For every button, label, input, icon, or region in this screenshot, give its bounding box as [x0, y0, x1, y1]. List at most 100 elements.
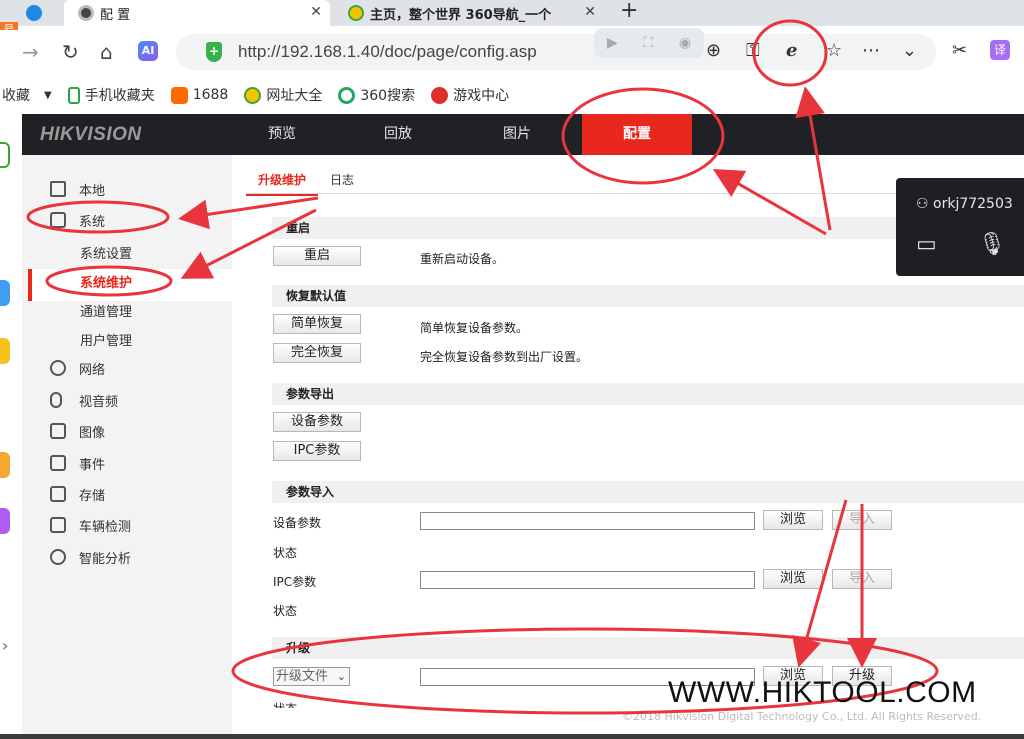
- import-device-file-field[interactable]: [420, 512, 755, 530]
- reboot-description: 重新启动设备。: [420, 252, 505, 266]
- menu-user-management[interactable]: 用户管理: [80, 330, 132, 349]
- sidebar-app-icon[interactable]: [0, 508, 10, 534]
- simple-restore-description: 简单恢复设备参数。: [420, 321, 529, 335]
- bookmark-360search[interactable]: 360搜索: [338, 85, 415, 105]
- reload-icon[interactable]: ↻: [62, 40, 79, 64]
- address-bar: → ↻ ⌂ AI + http://192.168.1.40/doc/page/…: [0, 28, 1024, 74]
- menu-image[interactable]: 图像: [50, 421, 105, 441]
- bookmarks-bar: 收藏 ▼ 手机收藏夹 1688 网址大全 360搜索 游戏中心: [0, 80, 1024, 110]
- section-export-title: 参数导出: [272, 383, 1024, 405]
- config-menu: 本地 系统 系统设置 系统维护 通道管理 用户管理 网络 视音频 图像 事件 存…: [22, 155, 232, 739]
- sidebar-app-icon[interactable]: [0, 452, 10, 478]
- import-ipc-file-field[interactable]: [420, 571, 755, 589]
- nav-picture[interactable]: 图片: [477, 114, 557, 155]
- import-device-browse-button[interactable]: 浏览: [763, 510, 823, 530]
- more-icon[interactable]: ⋯: [862, 40, 880, 61]
- send-icon[interactable]: ▶: [607, 35, 618, 51]
- browser-tab-config[interactable]: 配 置 ✕: [64, 0, 330, 26]
- nav-configuration[interactable]: 配置: [582, 114, 692, 155]
- microphone-icon[interactable]: 🎙: [978, 232, 1006, 257]
- menu-channel-management[interactable]: 通道管理: [80, 301, 132, 320]
- browser-sidebar: ›: [0, 112, 18, 739]
- watermark-text: WWW.HIKTOOL.COM: [668, 676, 977, 709]
- chevron-right-icon[interactable]: ›: [2, 636, 8, 655]
- nav-preview[interactable]: 预览: [242, 114, 322, 155]
- import-device-button[interactable]: 导入: [832, 510, 892, 530]
- nav-playback[interactable]: 回放: [358, 114, 438, 155]
- game-icon: [431, 86, 449, 104]
- shield-icon: +: [206, 42, 222, 62]
- menu-system[interactable]: 系统: [50, 210, 105, 230]
- sidebar-app-icon[interactable]: [0, 398, 10, 424]
- reboot-button[interactable]: 重启: [273, 246, 361, 266]
- url-text[interactable]: http://192.168.1.40/doc/page/config.asp: [238, 42, 537, 62]
- fullscreen-icon[interactable]: ⛶: [643, 35, 653, 51]
- bookmark-mobile[interactable]: 手机收藏夹: [67, 85, 155, 105]
- menu-label: 图像: [79, 425, 106, 441]
- home-icon[interactable]: ⌂: [100, 40, 113, 64]
- menu-label: 系统: [79, 214, 106, 230]
- menu-label: 车辆检测: [79, 519, 132, 535]
- back-icon[interactable]: →: [22, 40, 39, 64]
- translate-icon[interactable]: 译: [990, 40, 1010, 60]
- bookmark-games[interactable]: 游戏中心: [431, 85, 509, 105]
- bookmark-label: 游戏中心: [453, 88, 510, 104]
- bookmark-label: 手机收藏夹: [84, 88, 155, 104]
- key-icon[interactable]: ⚿: [746, 40, 760, 61]
- scissors-icon[interactable]: ✂: [952, 40, 967, 61]
- ie-compat-icon[interactable]: e: [786, 40, 797, 61]
- import-ipc-browse-button[interactable]: 浏览: [763, 569, 823, 589]
- menu-network[interactable]: 网络: [50, 358, 105, 378]
- bookmark-urls[interactable]: 网址大全: [244, 85, 322, 105]
- import-device-status-label: 状态: [273, 546, 298, 560]
- export-device-params-button[interactable]: 设备参数: [273, 412, 361, 432]
- gears-icon: [50, 549, 66, 565]
- bookmark-favorites[interactable]: 收藏 ▼: [2, 85, 52, 105]
- menu-selected-indicator: [28, 269, 32, 301]
- import-ipc-button[interactable]: 导入: [832, 569, 892, 589]
- zoom-icon[interactable]: ⊕: [706, 40, 721, 61]
- upgrade-type-value: 升级文件: [276, 669, 329, 684]
- bookmark-1688[interactable]: 1688: [170, 86, 228, 104]
- browser-tab-360[interactable]: 主页，整个世界 360导航_一个 ✕: [336, 0, 598, 26]
- floppy-icon: [50, 486, 66, 502]
- menu-storage[interactable]: 存储: [50, 484, 105, 504]
- hikvision-logo: HIKVISION: [40, 124, 142, 145]
- menu-video-audio[interactable]: 视音频: [50, 390, 118, 410]
- simple-restore-button[interactable]: 简单恢复: [273, 314, 361, 334]
- menu-event[interactable]: 事件: [50, 453, 105, 473]
- menu-system-settings[interactable]: 系统设置: [80, 243, 132, 262]
- menu-local[interactable]: 本地: [50, 179, 105, 199]
- tab-log[interactable]: 日志: [318, 167, 366, 196]
- menu-label: 存储: [79, 488, 106, 504]
- close-icon[interactable]: ✕: [310, 4, 322, 20]
- bookmark-label: 收藏: [2, 88, 30, 104]
- section-upgrade-title: 升级: [272, 637, 1024, 659]
- close-icon[interactable]: ✕: [584, 4, 596, 20]
- ai-icon[interactable]: AI: [138, 41, 158, 61]
- full-restore-button[interactable]: 完全恢复: [273, 343, 361, 363]
- eye-icon[interactable]: ◉: [679, 35, 691, 51]
- 360-icon: [244, 86, 262, 104]
- star-icon[interactable]: ☆: [826, 40, 842, 61]
- bookmark-label: 360搜索: [360, 88, 416, 104]
- sidebar-app-icon[interactable]: [0, 142, 10, 168]
- upgrade-type-select[interactable]: 升级文件 ⌄: [273, 667, 350, 686]
- subtab-bar: 升级维护 日志: [246, 167, 366, 196]
- new-tab-button[interactable]: +: [620, 0, 638, 23]
- microphone-icon: [50, 392, 62, 408]
- pip-controls: ▶ ⛶ ◉: [594, 28, 704, 58]
- menu-smart-analysis[interactable]: 智能分析: [50, 547, 131, 567]
- browser-tab-pinned[interactable]: [0, 0, 60, 26]
- phone-icon: [67, 86, 80, 104]
- url-field[interactable]: + http://192.168.1.40/doc/page/config.as…: [176, 28, 936, 70]
- menu-system-maintenance[interactable]: 系统维护: [80, 272, 132, 291]
- hik-header: HIKVISION 预览 回放 图片 配置: [22, 114, 1024, 155]
- sidebar-app-icon[interactable]: [0, 280, 10, 306]
- menu-vehicle-detection[interactable]: 车辆检测: [50, 515, 131, 535]
- sidebar-app-icon[interactable]: [0, 338, 10, 364]
- chevron-down-icon[interactable]: ⌄: [902, 40, 917, 61]
- message-icon[interactable]: ▭: [916, 232, 937, 257]
- tab-upgrade-maintenance[interactable]: 升级维护: [246, 167, 319, 196]
- export-ipc-params-button[interactable]: IPC参数: [273, 441, 361, 461]
